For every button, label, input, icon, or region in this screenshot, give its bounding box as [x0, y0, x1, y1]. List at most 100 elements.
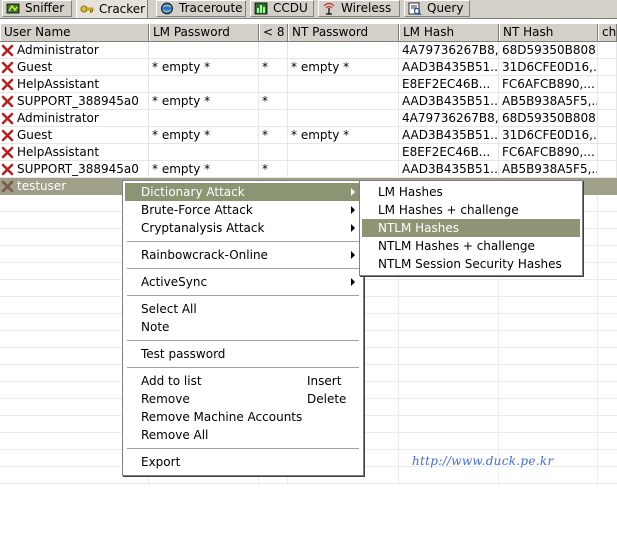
lt8-cell: * [259, 93, 288, 110]
table-row[interactable]: Guest * empty * * * empty * AAD3B435B51.… [0, 127, 617, 144]
tab-wireless[interactable]: Wireless [318, 0, 400, 17]
ch-cell [598, 59, 617, 76]
menu-item-remove-machine-accounts[interactable]: Remove Machine Accounts [125, 408, 361, 426]
table-row[interactable]: HelpAssistant E8EF2EC46B... FC6AFCB890,.… [0, 76, 617, 93]
lm-hash-cell: AAD3B435B51... [399, 93, 499, 110]
menu-item-label: Brute-Force Attack [141, 203, 253, 217]
menu-separator [127, 295, 359, 297]
x-mark-icon [1, 78, 14, 91]
x-mark-icon [1, 180, 14, 193]
table-row[interactable]: Administrator 4A79736267B8,... 68D59350B… [0, 110, 617, 127]
nt-password-cell [288, 76, 399, 93]
menu-separator [127, 268, 359, 270]
menu-item-label: Remove [141, 392, 190, 406]
submenu-item-ntlm-hashes[interactable]: NTLM Hashes [362, 219, 580, 237]
lt8-cell [259, 76, 288, 93]
traceroute-icon [161, 2, 173, 15]
tab-traceroute[interactable]: Traceroute [156, 0, 246, 17]
menu-item-test-password[interactable]: Test password [125, 345, 361, 363]
lm-hash-cell: 4A79736267B8,... [399, 42, 499, 59]
user-name-cell: Guest [0, 127, 149, 144]
user-name-cell: Administrator [0, 42, 149, 59]
submenu-item-ntlm-session-security[interactable]: NTLM Session Security Hashes [362, 255, 580, 273]
menu-item-add-to-list[interactable]: Add to list Insert [125, 372, 361, 390]
menu-item-label: LM Hashes + challenge [378, 203, 519, 217]
lm-password-cell: * empty * [149, 127, 259, 144]
menu-item-cryptanalysis-attack[interactable]: Cryptanalysis Attack [125, 219, 361, 237]
tab-label: Traceroute [179, 1, 243, 15]
submenu-item-lm-hashes[interactable]: LM Hashes [362, 183, 580, 201]
ch-cell [598, 42, 617, 59]
user-name: HelpAssistant [17, 145, 100, 159]
submenu-arrow-icon [351, 251, 355, 259]
x-mark-icon [1, 146, 14, 159]
shortcut-label: Delete [307, 392, 347, 406]
lm-hash-cell: E8EF2EC46B... [399, 76, 499, 93]
user-name-cell: Guest [0, 59, 149, 76]
table-row[interactable]: SUPPORT_388945a0 * empty * * AAD3B435B51… [0, 93, 617, 110]
lm-password-cell: * empty * [149, 161, 259, 178]
submenu-arrow-icon [351, 206, 355, 214]
tab-label: Sniffer [25, 1, 65, 15]
user-name: SUPPORT_388945a0 [17, 162, 139, 176]
nt-hash-cell: AB5B938A5F5,... [499, 93, 598, 110]
submenu-item-ntlm-hashes-challenge[interactable]: NTLM Hashes + challenge [362, 237, 580, 255]
ch-cell [598, 178, 617, 195]
lm-password-cell [149, 110, 259, 127]
menu-item-dictionary-attack[interactable]: Dictionary Attack [125, 183, 361, 201]
nt-password-cell [288, 144, 399, 161]
menu-item-label: Cryptanalysis Attack [141, 221, 265, 235]
column-header-nt-hash[interactable]: NT Hash [499, 24, 598, 41]
tab-ccdu[interactable]: CCDU [250, 0, 314, 17]
menu-item-rainbowcrack-online[interactable]: Rainbowcrack-Online [125, 246, 361, 264]
lm-password-cell: * empty * [149, 59, 259, 76]
x-mark-icon [1, 95, 14, 108]
column-header-lt8[interactable]: < 8 [259, 24, 288, 41]
tab-cracker[interactable]: Cracker [76, 0, 148, 18]
column-header-lm-hash[interactable]: LM Hash [399, 24, 499, 41]
user-name: Administrator [17, 43, 99, 57]
lm-hash-cell: AAD3B435B51... [399, 127, 499, 144]
lt8-cell: * [259, 161, 288, 178]
menu-item-label: Rainbowcrack-Online [141, 248, 268, 262]
lm-password-cell: * empty * [149, 93, 259, 110]
x-mark-icon [1, 44, 14, 57]
column-header-ch[interactable]: ch [598, 24, 617, 41]
menu-item-select-all[interactable]: Select All [125, 300, 361, 318]
lt8-cell [259, 42, 288, 59]
lm-password-cell [149, 144, 259, 161]
column-header-user-name[interactable]: User Name [0, 24, 149, 41]
lm-hash-cell: E8EF2EC46B... [399, 144, 499, 161]
ch-cell [598, 76, 617, 93]
menu-item-activesync[interactable]: ActiveSync [125, 273, 361, 291]
nt-password-cell: * empty * [288, 59, 399, 76]
menu-separator [127, 241, 359, 243]
ch-cell [598, 93, 617, 110]
user-name: HelpAssistant [17, 77, 100, 91]
tab-label: Query [427, 1, 464, 15]
menu-item-export[interactable]: Export [125, 453, 361, 471]
menu-item-brute-force-attack[interactable]: Brute-Force Attack [125, 201, 361, 219]
tab-sniffer[interactable]: Sniffer [2, 0, 72, 17]
menu-separator [127, 367, 359, 369]
lm-password-cell [149, 76, 259, 93]
menu-item-label: ActiveSync [141, 275, 208, 289]
table-row[interactable]: Administrator 4A79736267B8,... 68D59350B… [0, 42, 617, 59]
submenu-item-lm-hashes-challenge[interactable]: LM Hashes + challenge [362, 201, 580, 219]
menu-item-note[interactable]: Note [125, 318, 361, 336]
nt-hash-cell: 31D6CFE0D16,... [499, 59, 598, 76]
column-header-lm-password[interactable]: LM Password [149, 24, 259, 41]
user-name-cell: SUPPORT_388945a0 [0, 161, 149, 178]
menu-item-remove[interactable]: Remove Delete [125, 390, 361, 408]
table-row[interactable]: HelpAssistant E8EF2EC46B... FC6AFCB890,.… [0, 144, 617, 161]
lm-hash-cell: AAD3B435B51... [399, 161, 499, 178]
x-mark-icon [1, 61, 14, 74]
table-row[interactable]: Guest * empty * * * empty * AAD3B435B51.… [0, 59, 617, 76]
tab-query[interactable]: Query [404, 0, 470, 17]
menu-item-label: Add to list [141, 374, 202, 388]
table-row[interactable]: SUPPORT_388945a0 * empty * * AAD3B435B51… [0, 161, 617, 178]
lm-hash-cell: 4A79736267B8,... [399, 110, 499, 127]
column-header-nt-password[interactable]: NT Password [288, 24, 399, 41]
menu-item-remove-all[interactable]: Remove All [125, 426, 361, 444]
user-name-cell: Administrator [0, 110, 149, 127]
